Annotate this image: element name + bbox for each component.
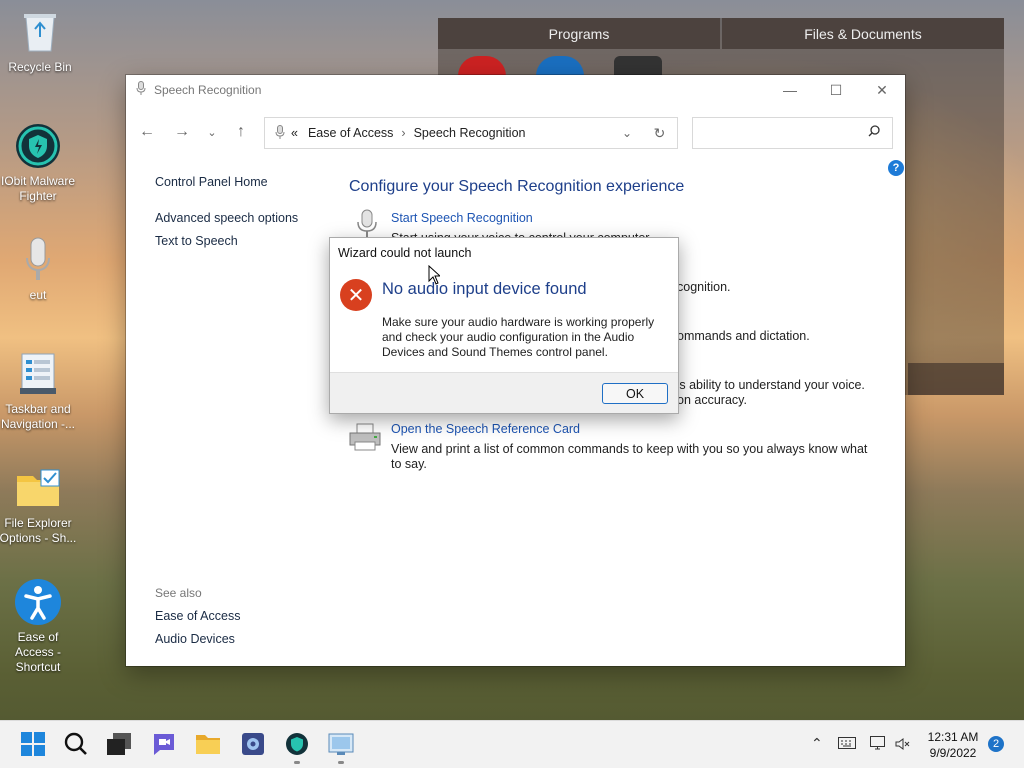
show-hidden-icons-chevron-icon[interactable]: ⌃ [811,735,823,752]
task-desc: View and print a list of common commands… [391,442,868,471]
dialog-footer: OK [330,372,678,413]
refresh-button[interactable]: ↻ [641,125,677,142]
task-link-start-speech-recognition[interactable]: Start Speech Recognition [391,211,533,225]
microphone-icon [136,80,146,100]
maximize-button[interactable]: ☐ [813,75,859,105]
launcher-tab-programs[interactable]: Programs [438,18,720,49]
task-view-icon[interactable] [106,731,132,757]
control-panel-app-icon[interactable] [240,731,266,757]
accessibility-icon [14,578,62,626]
address-bar[interactable]: « Ease of Access › Speech Recognition ⌄ … [264,117,678,149]
start-icon[interactable] [20,731,46,757]
see-also-ease-of-access[interactable]: Ease of Access [155,609,240,623]
window-title: Speech Recognition [154,83,262,97]
task-desc: 's ability to understand your voice. on … [677,378,865,407]
desktop-icon-label: eut [29,288,47,302]
printer-icon [348,422,382,457]
desktop-icon-taskbar-navigation[interactable]: Taskbar and Navigation -... [0,350,78,432]
address-overflow[interactable]: « [291,126,298,140]
minimize-button[interactable]: — [767,75,813,105]
error-icon: ✕ [340,279,372,311]
network-icon[interactable] [870,736,888,755]
search-box[interactable] [692,117,893,149]
recycle-bin-icon [16,8,64,56]
keyboard-icon[interactable] [838,736,856,752]
sidebar-advanced-speech-options[interactable]: Advanced speech options [155,211,298,225]
desktop-icon-recycle-bin[interactable]: Recycle Bin [0,8,80,75]
desktop-icon-file-explorer-options[interactable]: File Explorer Options - Sh... [0,464,78,546]
clock-date: 9/9/2022 [929,746,977,760]
file-explorer-icon[interactable] [195,731,221,757]
desktop-icon-eut[interactable]: eut [0,236,78,303]
page-heading: Configure your Speech Recognition experi… [349,178,685,195]
folder-check-icon [14,464,62,512]
breadcrumb-speech-recognition[interactable]: Speech Recognition [414,126,526,140]
desktop-icon-label: IObit Malware Fighter [0,174,76,203]
iobit-taskbar-icon[interactable] [284,731,310,757]
help-icon[interactable]: ? [888,160,904,176]
desktop-icon-iobit[interactable]: IObit Malware Fighter [0,122,78,204]
mouse-cursor-icon [428,264,442,290]
search-icon [868,125,880,140]
launcher-bar [908,363,1004,395]
microphone-icon [14,236,62,284]
navigation-bar: ← → ⌄ ↑ « Ease of Access › Speech Recogn… [126,117,905,149]
sidebar-control-panel-home[interactable]: Control Panel Home [155,175,268,189]
clock-time: 12:31 AM [927,730,979,744]
launcher-app-icon[interactable] [458,56,506,76]
desktop-icon-label: Recycle Bin [8,60,72,74]
microphone-icon [275,124,285,142]
close-button[interactable]: ✕ [859,75,905,105]
launcher-tab-files[interactable]: Files & Documents [722,18,1004,49]
task-desc: cognition. [677,280,731,294]
taskbar-clock[interactable]: 12:31 AM 9/9/2022 [918,729,988,761]
taskbar: ⌃ 12:31 AM 9/9/2022 2 [0,720,1024,768]
title-bar: Speech Recognition — ☐ ✕ [126,75,905,105]
search-icon[interactable] [63,731,89,757]
back-button[interactable]: ← [137,123,157,141]
see-also-heading: See also [155,586,202,600]
breadcrumb-ease-of-access[interactable]: Ease of Access [308,126,393,140]
up-button[interactable]: ↑ [231,123,251,141]
taskbar-settings-icon [14,350,62,398]
desktop-icon-label: Taskbar and Navigation -... [0,402,76,431]
launcher-app-icon[interactable] [536,56,584,76]
sidebar-text-to-speech[interactable]: Text to Speech [155,234,238,248]
speech-taskbar-icon[interactable] [328,731,354,757]
task-link-speech-reference-card[interactable]: Open the Speech Reference Card [391,422,580,436]
dialog-main-instruction: No audio input device found [382,280,587,298]
speaker-muted-icon[interactable] [895,737,911,754]
desktop-icon-label: Ease of Access - Shortcut [14,630,61,674]
running-indicator [294,761,300,764]
iobit-shield-icon [14,122,62,170]
error-dialog: Wizard could not launch ✕ No audio input… [329,237,679,414]
task-desc: ommands and dictation. [677,329,810,343]
notification-badge[interactable]: 2 [988,736,1004,752]
recent-locations-button[interactable]: ⌄ [202,126,222,139]
desktop-icon-ease-of-access[interactable]: Ease of Access - Shortcut [0,578,78,675]
desktop-icon-label: File Explorer Options - Sh... [0,516,77,545]
see-also-audio-devices[interactable]: Audio Devices [155,632,235,646]
running-indicator [338,761,344,764]
breadcrumb-separator: › [401,126,406,140]
ok-button[interactable]: OK [602,383,668,404]
dialog-content: Make sure your audio hardware is working… [382,315,655,359]
chat-icon[interactable] [151,731,177,757]
dialog-title: Wizard could not launch [338,246,472,260]
forward-button[interactable]: → [172,123,192,141]
launcher-app-icon[interactable] [614,56,662,76]
address-dropdown-button[interactable]: ⌄ [613,126,641,140]
